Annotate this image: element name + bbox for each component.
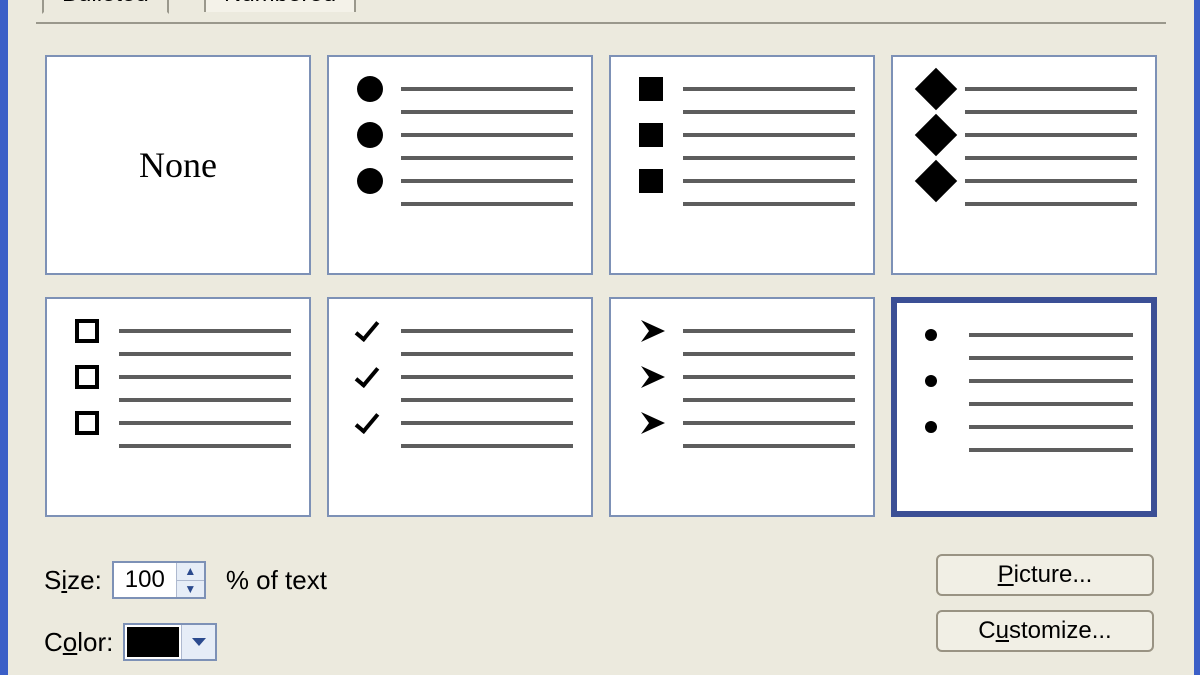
tab-numbered[interactable]: Numbered <box>204 0 356 12</box>
size-suffix: % of text <box>226 565 327 596</box>
size-label: Size: <box>44 565 102 596</box>
spinner-down-icon[interactable]: ▼ <box>177 581 204 598</box>
diamond-icon <box>915 160 957 202</box>
bullet-option-disc[interactable] <box>327 55 593 275</box>
disc-icon <box>357 168 383 194</box>
preview <box>639 75 855 263</box>
bullet-none-label: None <box>139 144 217 186</box>
color-label: Color: <box>44 627 113 658</box>
bullet-option-hollow-square[interactable] <box>45 297 311 517</box>
square-icon <box>639 169 663 193</box>
hollow-square-icon <box>75 365 99 389</box>
spinner-up-icon[interactable]: ▲ <box>177 563 204 581</box>
button-label: Picture... <box>998 561 1093 589</box>
small-dot-icon <box>925 375 937 387</box>
small-dot-icon <box>925 421 937 433</box>
dialog-bottom-controls: Size: 100 ▲ ▼ % of text Color: <box>44 554 1154 669</box>
preview <box>75 317 291 505</box>
bullet-option-small-dot[interactable] <box>891 297 1157 517</box>
small-dot-icon <box>925 329 937 341</box>
color-swatch <box>125 625 181 659</box>
diamond-icon <box>915 114 957 156</box>
bullet-option-diamond[interactable] <box>891 55 1157 275</box>
color-picker[interactable] <box>123 623 217 661</box>
chevron-down-icon <box>191 637 207 647</box>
square-icon <box>639 77 663 101</box>
hollow-square-icon <box>75 411 99 435</box>
tab-bulleted[interactable]: Bulleted <box>42 0 169 14</box>
customize-button[interactable]: Customize... <box>936 610 1154 652</box>
checkmark-icon <box>357 409 385 437</box>
preview <box>639 317 855 505</box>
preview <box>357 317 573 505</box>
preview <box>357 75 573 263</box>
tab-strip: Bulleted Numbered <box>36 0 1166 24</box>
checkmark-icon <box>357 363 385 391</box>
button-label: Customize... <box>978 617 1111 645</box>
disc-icon <box>357 122 383 148</box>
bullet-style-grid: None <box>36 55 1166 517</box>
diamond-icon <box>915 68 957 110</box>
picture-button[interactable]: Picture... <box>936 554 1154 596</box>
disc-icon <box>357 76 383 102</box>
bullets-dialog-body: Bulleted Numbered None <box>0 0 1200 675</box>
square-icon <box>639 123 663 147</box>
size-spinner[interactable]: 100 ▲ ▼ <box>112 561 206 599</box>
size-spinner-buttons[interactable]: ▲ ▼ <box>176 563 204 597</box>
size-value[interactable]: 100 <box>114 566 176 594</box>
arrowhead-icon <box>639 364 669 390</box>
color-dropdown-button[interactable] <box>181 625 215 659</box>
arrowhead-icon <box>639 318 669 344</box>
preview <box>925 321 1133 501</box>
preview <box>921 75 1137 263</box>
arrowhead-icon <box>639 410 669 436</box>
checkmark-icon <box>357 317 385 345</box>
bullet-option-arrowhead[interactable] <box>609 297 875 517</box>
bullet-option-square[interactable] <box>609 55 875 275</box>
bullet-option-none[interactable]: None <box>45 55 311 275</box>
bullet-option-checkmark[interactable] <box>327 297 593 517</box>
hollow-square-icon <box>75 319 99 343</box>
